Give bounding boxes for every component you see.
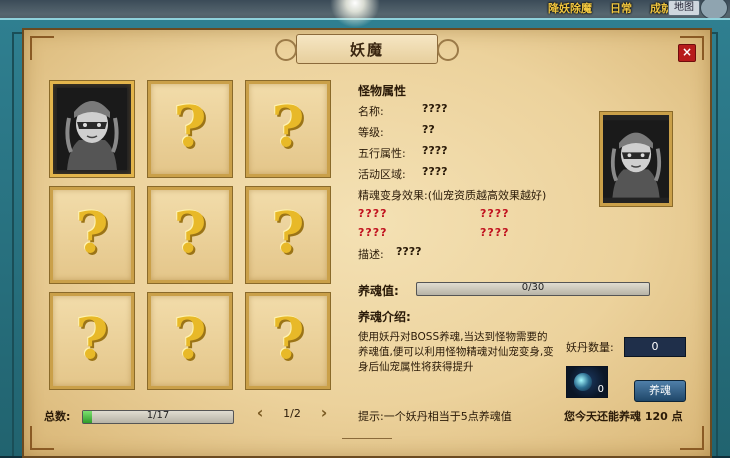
transform-value: ????	[480, 226, 510, 239]
sacrifice-label: 养魂值:	[358, 284, 399, 298]
attributes-heading: 怪物属性	[358, 84, 407, 98]
pagination: ‹ 1/2 ›	[254, 404, 330, 424]
monster-card[interactable]	[50, 81, 134, 177]
monster-card[interactable]: ?	[246, 187, 330, 283]
minimap-corner[interactable]	[700, 0, 728, 20]
top-nav: 降妖除魔 日常 成就	[548, 0, 672, 15]
desc-value: ????	[396, 245, 422, 258]
attr-label-element: 五行属性:	[358, 147, 406, 160]
monster-grid: ? ? ? ? ? ? ? ?	[50, 81, 330, 401]
item-count: 0	[597, 384, 604, 395]
sparkle-effect	[330, 0, 380, 28]
question-mark-icon: ?	[75, 200, 109, 266]
transform-value: ????	[480, 207, 510, 220]
question-mark-icon: ?	[271, 94, 305, 160]
nav-link-demon[interactable]: 降妖除魔	[548, 0, 592, 15]
question-mark-icon: ?	[173, 94, 207, 160]
prev-page-button[interactable]: ‹	[254, 404, 266, 424]
total-progress-bar: 1/17	[82, 410, 234, 424]
sacrifice-button[interactable]: 养魂	[634, 380, 686, 402]
masked-warrior-icon	[603, 120, 669, 198]
attr-value-level: ??	[422, 123, 435, 136]
title-banner: 妖魔	[275, 34, 459, 64]
transform-value: ????	[358, 226, 388, 239]
question-mark-icon: ?	[173, 306, 207, 372]
sacrifice-progress-bar: 0/30	[416, 282, 650, 296]
close-button[interactable]: ×	[678, 44, 696, 62]
page-indicator: 1/2	[283, 407, 301, 420]
next-page-button[interactable]: ›	[318, 404, 330, 424]
scroll-ornament-icon	[437, 39, 459, 61]
sacrifice-progress-text: 0/30	[521, 282, 545, 293]
monster-card[interactable]: ?	[50, 187, 134, 283]
spirit-orb-icon	[574, 373, 592, 391]
intro-heading: 养魂介绍:	[358, 310, 411, 324]
attr-value-area: ????	[422, 165, 448, 178]
desc-label: 描述:	[358, 248, 384, 261]
intro-text: 使用妖丹对BOSS养魂,当达到怪物需要的养魂值,便可以利用怪物精魂对仙宠变身,变…	[358, 331, 554, 373]
question-mark-icon: ?	[173, 200, 207, 266]
monster-card[interactable]: ?	[50, 293, 134, 389]
attr-label-level: 等级:	[358, 126, 384, 139]
monster-preview	[600, 112, 672, 206]
monster-card[interactable]: ?	[148, 293, 232, 389]
question-mark-icon: ?	[271, 200, 305, 266]
attr-label-area: 活动区域:	[358, 168, 406, 181]
transform-value: ????	[358, 207, 388, 220]
yaodan-count-input[interactable]: 0	[624, 337, 686, 357]
monster-card[interactable]: ?	[148, 81, 232, 177]
tip-text: 提示:一个妖丹相当于5点养魂值	[358, 410, 512, 423]
attr-label-name: 名称:	[358, 105, 384, 118]
question-mark-icon: ?	[271, 306, 305, 372]
yaodan-item-slot[interactable]: 0	[566, 366, 608, 398]
monster-portrait	[57, 88, 127, 170]
remaining-sacrifice-text: 您今天还能养魂 120 点	[564, 410, 683, 423]
monster-card[interactable]: ?	[148, 187, 232, 283]
question-mark-icon: ?	[75, 306, 109, 372]
attr-value-element: ????	[422, 144, 448, 157]
monster-card[interactable]: ?	[246, 293, 330, 389]
attr-value-name: ????	[422, 102, 448, 115]
total-label: 总数:	[44, 410, 71, 423]
monster-panel: 妖魔 × ? ? ? ? ? ? ? ? 怪物属性 名称: ???? 等级: ?…	[22, 28, 712, 458]
bottom-ornament	[342, 438, 392, 447]
transform-effect-label: 精魂变身效果:(仙宠资质越高效果越好)	[358, 189, 547, 202]
masked-warrior-icon	[57, 88, 127, 170]
total-progress-text: 1/17	[146, 410, 170, 421]
panel-title: 妖魔	[349, 41, 384, 59]
map-button[interactable]: 地图	[668, 0, 700, 16]
yaodan-count-label: 妖丹数量:	[566, 341, 614, 354]
nav-link-daily[interactable]: 日常	[610, 0, 632, 15]
scroll-ornament-icon	[275, 39, 297, 61]
monster-card[interactable]: ?	[246, 81, 330, 177]
